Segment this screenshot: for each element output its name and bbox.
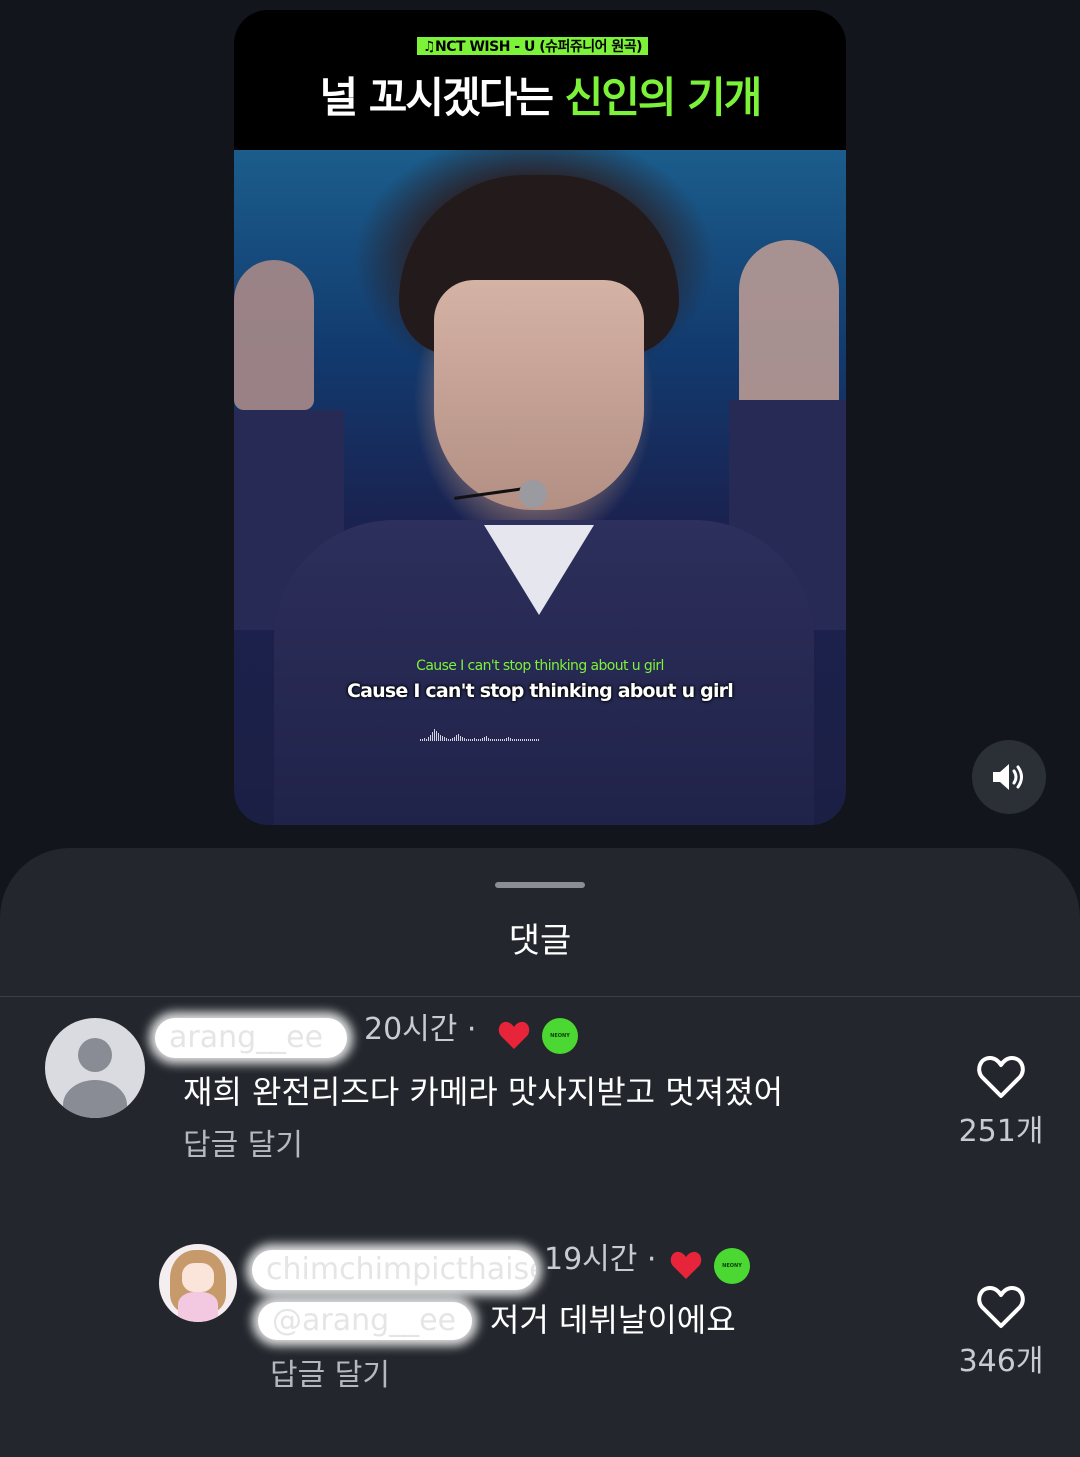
performer-fist-right (739, 240, 839, 410)
performer-fist-left (234, 260, 314, 410)
like-count: 346개 (958, 1344, 1044, 1379)
comment-text: 저거 데뷔날이에요 (490, 1301, 736, 1339)
username[interactable]: chimchimpicthaise (252, 1250, 536, 1290)
like-heart-icon[interactable] (976, 1284, 1026, 1330)
performer-face (434, 280, 644, 510)
lyric-subtitle-main: Cause I can't stop thinking about u girl (347, 680, 734, 702)
song-tag: ♫NCT WISH - U (슈퍼쥬니어 원곡) (416, 36, 650, 56)
creator-liked-heart-icon (498, 1021, 530, 1049)
avatar[interactable] (45, 1018, 145, 1118)
username[interactable]: arang__ee (155, 1018, 347, 1058)
comments-sheet: 댓글 arang__ee 20시간 · NEONY 재희 완전리즈다 카메라 맛… (0, 848, 1080, 1457)
like-count: 251개 (958, 1114, 1044, 1149)
headline-white-part: 널 꼬시겠다는 (319, 73, 565, 122)
creator-liked-heart-icon (670, 1251, 702, 1279)
mention-link[interactable]: @arang__ee (258, 1302, 472, 1340)
comment-time: 19시간 · (544, 1242, 657, 1277)
reply-button[interactable]: 답글 달기 (270, 1356, 390, 1396)
video-title-banner: ♫NCT WISH - U (슈퍼쥬니어 원곡) 널 꼬시겠다는 신인의 기개 (234, 10, 846, 150)
speaker-volume-icon (993, 764, 1023, 790)
avatar[interactable] (159, 1244, 237, 1322)
headset-mic (519, 480, 547, 508)
lyric-subtitle-small: Cause I can't stop thinking about u girl (416, 658, 664, 674)
like-heart-icon[interactable] (976, 1054, 1026, 1100)
headline-green-part: 신인의 기개 (564, 73, 763, 122)
sound-toggle-button[interactable] (972, 740, 1046, 814)
video-headline: 널 꼬시겠다는 신인의 기개 (234, 70, 846, 126)
comment-text: 재희 완전리즈다 카메라 맛사지받고 멋져졌어 (183, 1073, 784, 1111)
audio-waveform (420, 725, 660, 741)
comments-title: 댓글 (508, 921, 572, 961)
video-frame[interactable]: Cause I can't stop thinking about u girl… (234, 150, 846, 825)
sheet-drag-handle[interactable] (495, 882, 585, 888)
reply-button[interactable]: 답글 달기 (183, 1126, 303, 1166)
comment-item: arang__ee 20시간 · NEONY 재희 완전리즈다 카메라 맛사지받… (0, 1008, 1080, 1178)
reply-comment-item: chimchimpicthaise 19시간 · NEONY @arang__e… (0, 1238, 1080, 1408)
creator-avatar-badge: NEONY (714, 1248, 750, 1284)
creator-avatar-badge: NEONY (542, 1018, 578, 1054)
sheet-divider (0, 996, 1080, 997)
comment-time: 20시간 · (364, 1012, 477, 1047)
video-player[interactable]: ♫NCT WISH - U (슈퍼쥬니어 원곡) 널 꼬시겠다는 신인의 기개 … (234, 10, 846, 825)
